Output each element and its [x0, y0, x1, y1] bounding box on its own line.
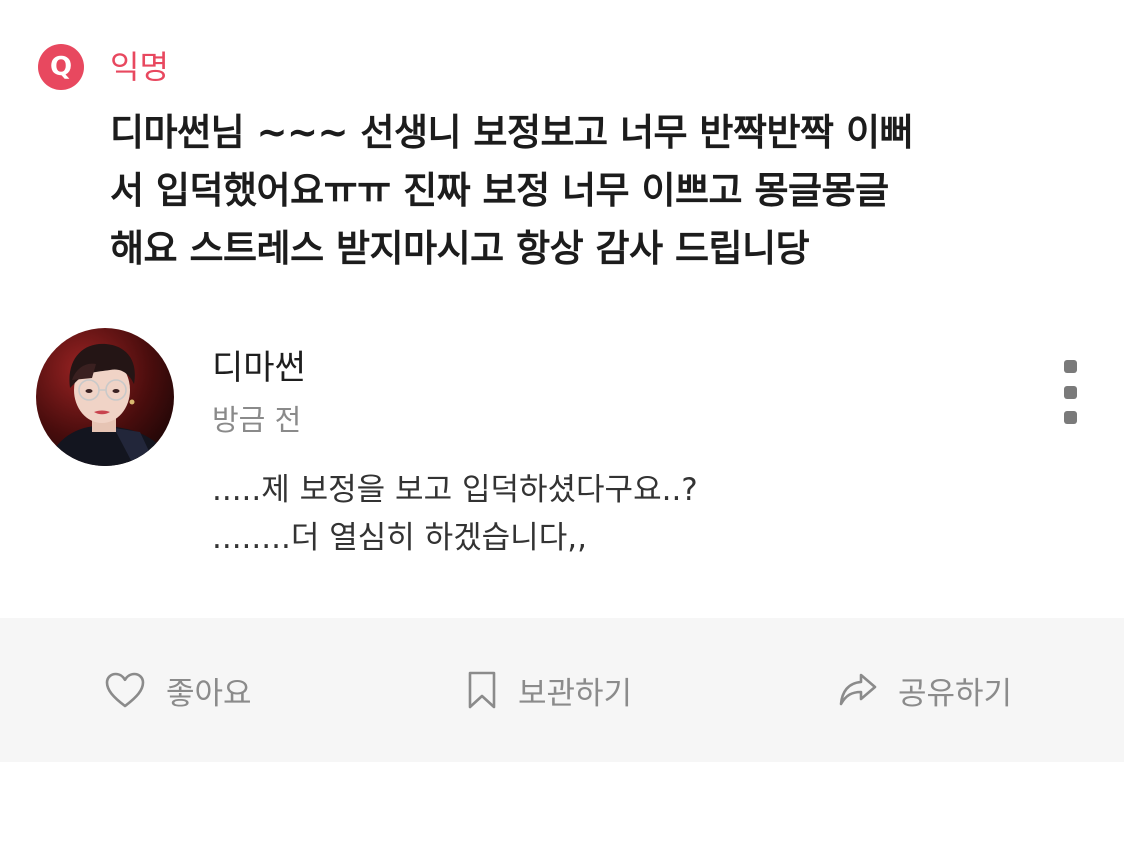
more-vertical-icon — [1063, 360, 1077, 373]
question-text: 디마썬님 ~~~ 선생니 보정보고 너무 반짝반짝 이뻐 서 입덕했어요ㅠㅠ 진… — [110, 104, 1070, 278]
bookmark-icon — [466, 670, 498, 710]
heart-icon — [104, 671, 146, 709]
answer-line: ........더 열심히 하겠습니다,, — [212, 520, 587, 556]
avatar[interactable] — [36, 328, 174, 466]
question-line: 디마썬님 ~~~ 선생니 보정보고 너무 반짝반짝 이뻐 — [110, 111, 914, 154]
more-vertical-icon-dot — [1063, 411, 1077, 424]
share-button[interactable]: 공유하기 — [838, 666, 1012, 714]
share-label: 공유하기 — [898, 675, 1013, 712]
like-label: 좋아요 — [166, 675, 252, 712]
save-button[interactable]: 보관하기 — [466, 666, 632, 714]
answer-body: .....제 보정을 보고 입덕하셨다구요..? ........더 열심히 하… — [212, 466, 1072, 562]
author-name[interactable]: 디마썬 — [212, 346, 306, 390]
question-line: 해요 스트레스 받지마시고 항상 감사 드립니당 — [110, 227, 810, 270]
more-options-button[interactable] — [1052, 360, 1088, 424]
like-button[interactable]: 좋아요 — [104, 666, 252, 714]
question-line: 서 입덕했어요ㅠㅠ 진짜 보정 너무 이쁘고 몽글몽글 — [110, 169, 889, 212]
more-vertical-icon-dot — [1063, 385, 1077, 399]
action-bar: 좋아요 보관하기 공유하기 — [0, 618, 1124, 762]
post-time: 방금 전 — [212, 403, 302, 437]
share-arrow-icon — [838, 672, 878, 708]
asker-name: 익명 — [110, 48, 169, 86]
question-header: Q 익명 — [38, 44, 169, 90]
q-badge-icon: Q — [38, 44, 84, 90]
avatar-image — [36, 328, 174, 466]
answer-line: .....제 보정을 보고 입덕하셨다구요..? — [212, 472, 698, 508]
save-label: 보관하기 — [518, 675, 633, 712]
